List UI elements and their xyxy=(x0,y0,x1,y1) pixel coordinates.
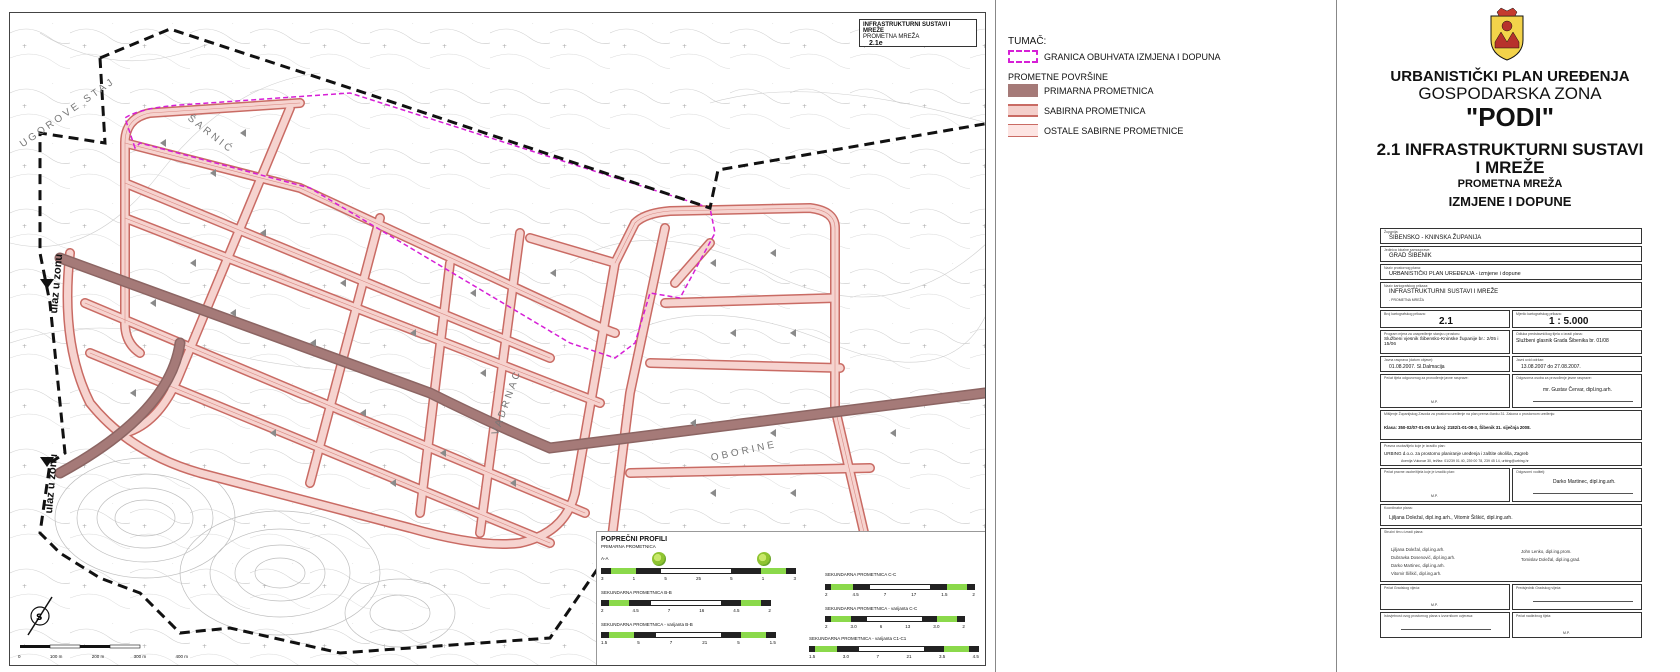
profile-bar xyxy=(601,600,771,606)
form-row-seal-council: Pečat Gradskog vijeća: M.P. xyxy=(1380,584,1510,610)
profile-name: A-A xyxy=(601,556,609,561)
form-row-president: Predsjednik Gradskog vijeća: xyxy=(1512,584,1642,610)
legend-item-secondary: SABIRNA PROMETNICA xyxy=(1008,104,1146,117)
sheet-title: 2.1 INFRASTRUKTURNI SUSTAVI xyxy=(1376,140,1644,159)
boundary-swatch xyxy=(1008,50,1038,63)
form-row-team: Stručni tim u izradi plana: Ljiljana Dol… xyxy=(1380,528,1642,582)
svg-text:S: S xyxy=(36,613,42,623)
profiles-subheading: PRIMARNA PROMETNICA xyxy=(601,544,656,549)
form-row-seal-maker: Pečat pravne osobe/tijela koje je izradi… xyxy=(1380,468,1510,502)
map-title-box: INFRASTRUKTURNI SUSTAVI I MREŽE PROMETNA… xyxy=(859,19,977,47)
form-row-scale: Mjerilo kartografskog prikaza: 1 : 5.000 xyxy=(1512,310,1642,328)
zone-name: "PODI" xyxy=(1465,102,1555,132)
form-row-map: Naziv kartografskog prikaza: INFRASTRUKTU… xyxy=(1380,282,1642,308)
profile-name: SEKUNDARNA PROMETNICA B-B xyxy=(601,590,672,595)
profile-dims: 2 3.0 6 13 3.0 2 xyxy=(825,624,965,629)
divider xyxy=(1336,0,1337,672)
legend-item-boundary: GRANICA OBUHVATA IZMJENA I DOPUNA xyxy=(1008,50,1221,63)
amendments-label: IZMJENE I DOPUNE xyxy=(1448,194,1572,209)
profile-dims: 2 4.5 7 16 4.5 2 xyxy=(601,608,771,613)
divider xyxy=(995,0,996,672)
form-row-city: Jedinica lokalne samouprave: GRAD ŠIBENIK xyxy=(1380,246,1642,262)
other-road-swatch xyxy=(1008,124,1038,137)
map-box-sheet: 2.1e xyxy=(869,40,883,47)
profile-name: SEKUNDARNA PROMETNICA - varijanta B-B xyxy=(601,622,693,627)
profile-name: SEKUNDARNA PROMETNICA C-C xyxy=(825,572,897,577)
map-box-title: INFRASTRUKTURNI SUSTAVI I MREŽE xyxy=(863,22,951,34)
zone-title: GOSPODARSKA ZONA xyxy=(1418,84,1602,103)
tree-icon xyxy=(757,552,771,566)
form-row-gazette-left: Program mjera za unapređenje stanja u pr… xyxy=(1380,330,1510,354)
legend-title: TUMAČ: xyxy=(1008,36,1047,47)
secondary-road-swatch xyxy=(1008,104,1038,117)
profile-bar xyxy=(809,646,979,652)
profile-bar xyxy=(825,584,975,590)
profile-bar xyxy=(825,616,965,622)
form-row-gazette-right: Odluka predstavničkog tijela o izradi pl… xyxy=(1512,330,1642,354)
legend-item-other: OSTALE SABIRNE PROMETNICE xyxy=(1008,124,1183,137)
profile-dims: 2 4.5 7 17 1.5 2 xyxy=(825,592,975,597)
legend-item-primary: PRIMARNA PROMETNICA xyxy=(1008,84,1154,97)
sheet-subtitle: PROMETNA MREŽA xyxy=(1457,178,1563,190)
profile-dims: 3 1 5 25 5 1 3 xyxy=(601,576,796,581)
form-row-authenticity: Istovjetnost ovog prostornog plana s izv… xyxy=(1380,612,1510,638)
form-row-coordinators: Koordinator plana: Ljiljana Doležal, dip… xyxy=(1380,504,1642,526)
form-row-seal-authority: Pečat nadležnog tijela: M.P. xyxy=(1512,612,1642,638)
form-row-inspection-left: Javna rasprava (datum objave): 01.08.2007… xyxy=(1380,356,1510,372)
scale-labels: 0 100 m 200 m 300 m 400 m xyxy=(18,654,188,659)
profile-name: SEKUNDARNA PROMETNICA - varijanta C-C xyxy=(825,606,918,611)
profile-dims: 1.5 3.0 7 21 3.5 4.5 xyxy=(809,654,979,659)
tree-icon xyxy=(652,552,666,566)
form-row-county: Županija: ŠIBENSKO - KNINSKA ŽUPANIJA xyxy=(1380,228,1642,244)
scale-bar xyxy=(20,644,141,649)
form-row-plan: Naziv prostornog plana: URBANISTIČKI PLAN… xyxy=(1380,264,1642,280)
primary-road-swatch xyxy=(1008,84,1038,97)
form-row-maker: Pravna osoba/tijelo koje je izradilo pla… xyxy=(1380,442,1642,466)
form-row-seal-left: Pečat tijela odgovornog za provođenje ja… xyxy=(1380,374,1510,408)
city-crest-icon xyxy=(1490,7,1524,61)
sheet-title-2: I MREŽE xyxy=(1475,158,1545,177)
map-frame: + · xyxy=(9,12,986,666)
form-row-head: Odgovorni voditelj: Darko Martinec, dipl… xyxy=(1512,468,1642,502)
form-row-approval: Mišljenje Županijskog Zavoda za prostorn… xyxy=(1380,410,1642,440)
profiles-heading: POPREČNI PROFILI xyxy=(601,536,668,543)
profile-bar xyxy=(601,632,776,638)
profile-dims: 1.5 5 7 21 5 1.5 xyxy=(601,640,776,645)
form-row-responsible: Odgovorna osoba za provođenje javne rasp… xyxy=(1512,374,1642,408)
form-row-inspection-right: Javni uvid održan: 13.08.2007 do 27.08.20… xyxy=(1512,356,1642,372)
profile-name: SEKUNDARNA PROMETNICA - varijanta C1-C1 xyxy=(809,636,907,641)
profile-bar xyxy=(601,568,796,574)
plan-title: URBANISTIČKI PLAN UREĐENJA xyxy=(1390,68,1630,85)
form-row-number: Broj kartografskog prikaza: 2.1 xyxy=(1380,310,1510,328)
cross-profiles-panel: POPREČNI PROFILI PRIMARNA PROMETNICA A-A… xyxy=(596,531,985,665)
legend-section-title: PROMETNE POVRŠINE xyxy=(1008,72,1109,82)
drawing-sheet: + · xyxy=(0,0,1680,672)
